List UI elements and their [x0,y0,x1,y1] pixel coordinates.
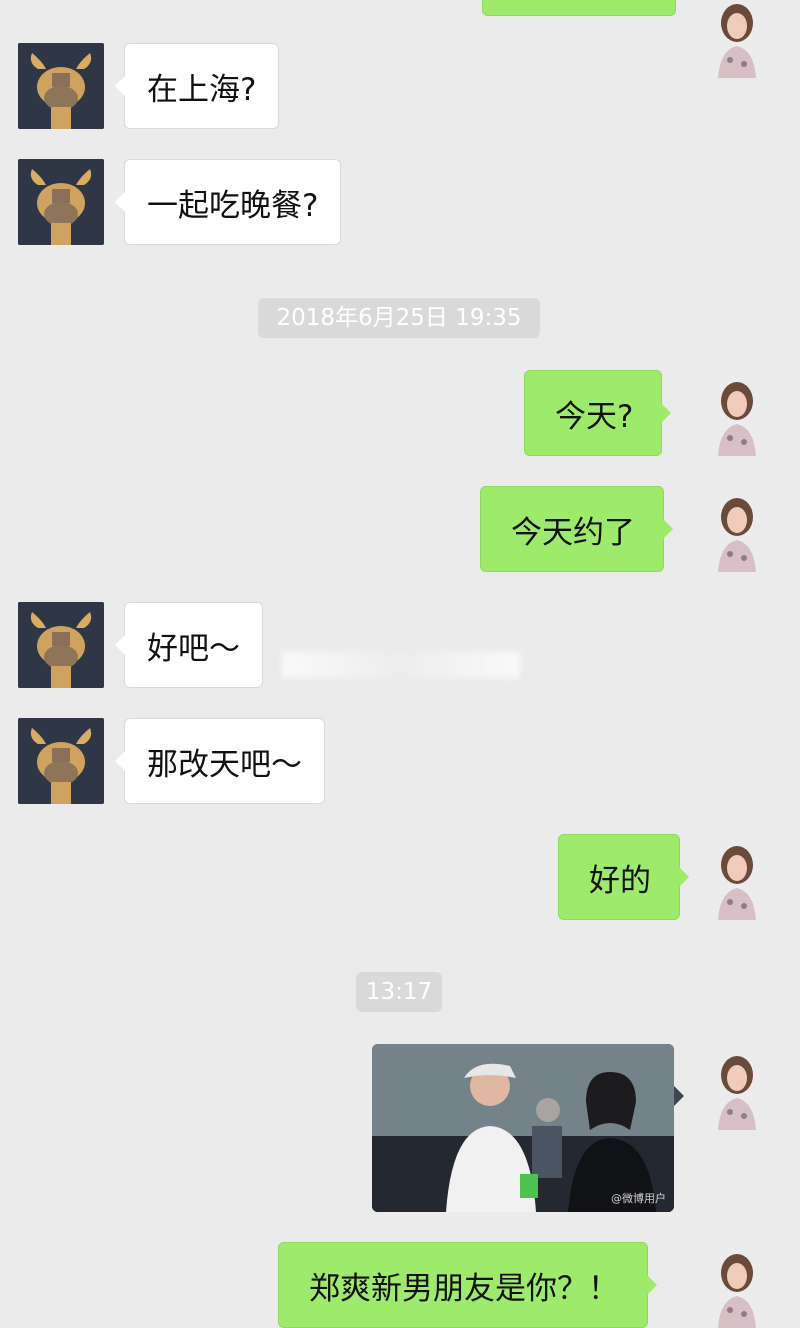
photo-thumbnail [372,1044,674,1212]
blurred-redaction [282,652,520,678]
message-text: 今天? [555,398,634,435]
self-avatar[interactable] [694,1044,780,1130]
timestamp-text: 2018年6月25日 19:35 [276,305,522,331]
incoming-message-bubble[interactable]: 那改天吧～ [115,718,325,804]
outgoing-message-bubble[interactable]: 今天约了 [480,486,673,572]
outgoing-message-bubble[interactable]: 今天? [524,370,672,456]
message-text: 今天约了 [511,514,635,551]
incoming-bubble-tail [115,751,125,771]
timestamp-text: 13:17 [365,979,433,1005]
incoming-bubble-tail [115,192,125,212]
self-avatar[interactable] [694,370,780,456]
cow-cartoon-avatar-icon [18,43,104,129]
chat-screen: 在上海? 一起吃晚餐? 2018年6月25日 19:35 今天? 今天约了 好吧… [0,0,800,1328]
incoming-message-bubble[interactable]: 好吧～ [115,602,263,688]
incoming-message-bubble[interactable]: 在上海? [115,43,280,129]
woman-portrait-avatar-icon [694,486,780,572]
woman-portrait-avatar-icon [694,1044,780,1130]
cow-cartoon-avatar-icon [18,602,104,688]
incoming-message-bubble[interactable]: 一起吃晚餐? [115,159,342,245]
outgoing-bubble-tail [679,867,689,887]
message-text: 好吧～ [147,630,240,667]
partial-outgoing-message-bubble [482,0,676,16]
self-avatar[interactable] [694,486,780,572]
incoming-bubble-tail [115,635,125,655]
contact-avatar[interactable] [18,159,104,245]
contact-avatar[interactable] [18,43,104,129]
message-text: 好的 [589,862,651,899]
woman-portrait-avatar-icon [694,1242,780,1328]
woman-portrait-avatar-icon [694,834,780,920]
contact-avatar[interactable] [18,602,104,688]
outgoing-bubble-tail [661,403,672,423]
woman-portrait-avatar-icon [694,0,780,78]
message-text: 郑爽新男朋友是你？！ [309,1270,619,1307]
outgoing-message-bubble[interactable]: 好的 [558,834,689,920]
contact-avatar[interactable] [18,718,104,804]
outgoing-bubble-tail [663,519,673,539]
outgoing-message-bubble[interactable]: 郑爽新男朋友是你？！ [278,1242,657,1328]
timestamp-badge: 2018年6月25日 19:35 [258,298,540,338]
self-avatar[interactable] [694,1242,780,1328]
cow-cartoon-avatar-icon [18,718,104,804]
message-text: 在上海? [147,71,257,108]
self-avatar[interactable] [694,834,780,920]
incoming-bubble-tail [115,76,125,96]
cow-cartoon-avatar-icon [18,159,104,245]
image-message-tail [674,1086,684,1106]
image-message[interactable]: @微博用户 [372,1044,674,1212]
timestamp-badge: 13:17 [356,972,442,1012]
self-avatar[interactable] [694,0,780,78]
image-watermark: @微博用户 [611,1192,666,1205]
woman-portrait-avatar-icon [694,370,780,456]
message-text: 一起吃晚餐? [147,187,319,224]
outgoing-bubble-tail [647,1275,657,1295]
message-text: 那改天吧～ [147,746,302,783]
